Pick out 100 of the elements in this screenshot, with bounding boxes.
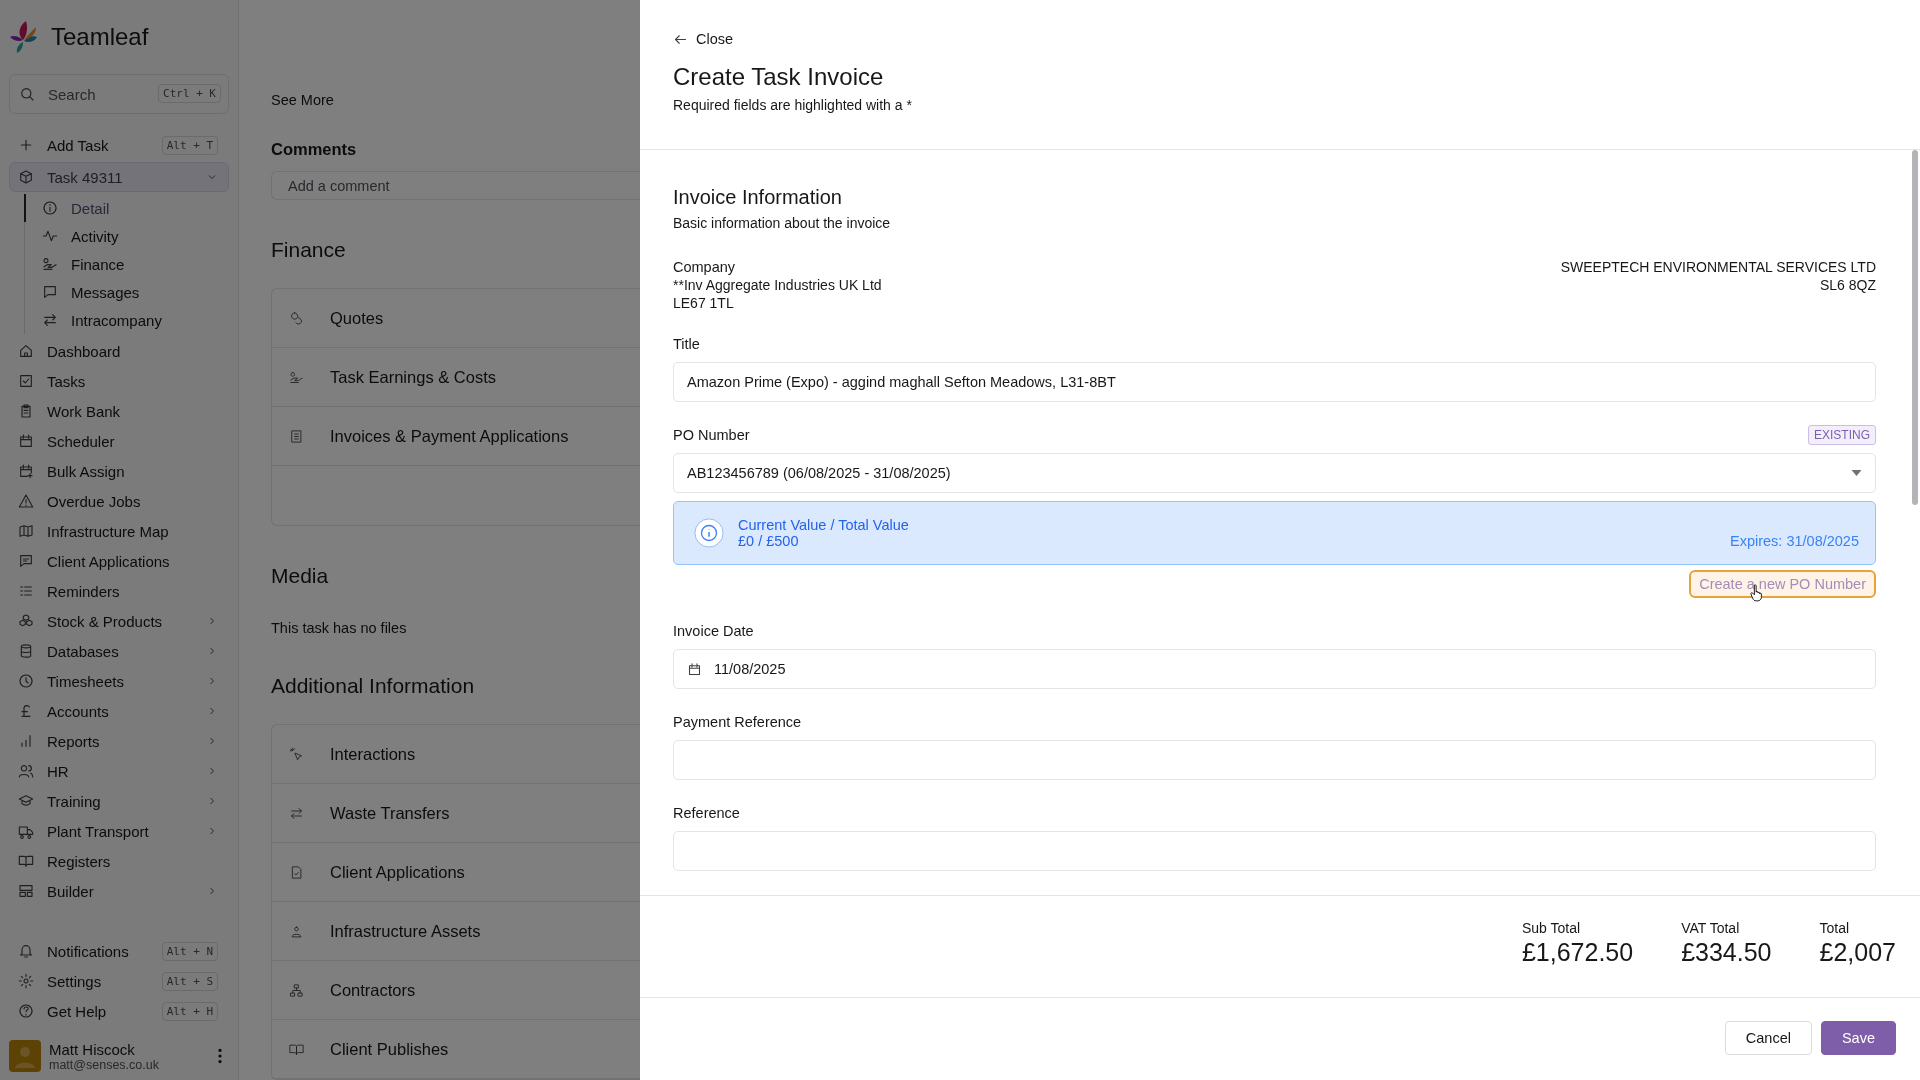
info-icon xyxy=(42,200,58,216)
sidebar-item[interactable]: Training xyxy=(9,786,229,816)
task-subitem[interactable]: Intracompany xyxy=(24,306,229,334)
avatar-silhouette xyxy=(9,1040,41,1072)
swap-arrows-icon xyxy=(42,312,58,328)
shortcut-hint: Alt + H xyxy=(161,1001,218,1021)
field-label: Invoice Date xyxy=(673,623,754,639)
status-badge: EXISTING xyxy=(1808,425,1876,445)
checkbox-icon xyxy=(18,373,34,389)
sidebar-item[interactable]: Notifications Alt + N xyxy=(9,936,229,966)
expiry-date: Expires: 31/08/2025 xyxy=(1730,533,1859,549)
plus-icon xyxy=(18,137,34,153)
section-heading: Additional Information xyxy=(271,674,475,698)
pointer-icon xyxy=(289,746,304,762)
home-icon xyxy=(18,343,34,359)
sidebar-item[interactable]: Scheduler xyxy=(9,426,229,456)
book-icon xyxy=(18,853,34,869)
sidebar-item[interactable]: Settings Alt + S xyxy=(9,966,229,996)
section-subtitle: Basic information about the invoice xyxy=(673,215,892,231)
sidebar-item[interactable]: Timesheets xyxy=(9,666,229,696)
see-more-link[interactable]: See More xyxy=(271,92,334,108)
comment-field[interactable]: Add a comment xyxy=(271,171,640,200)
file-check-icon xyxy=(289,864,304,880)
section-title: Invoice Information xyxy=(673,186,843,209)
create-po-button[interactable]: Create a new PO Number xyxy=(1689,570,1876,598)
cancel-button[interactable]: Cancel xyxy=(1724,1021,1812,1055)
field-label: PO Number xyxy=(673,427,750,443)
add-task-item[interactable]: Add Task Alt + T xyxy=(9,130,229,160)
help-icon xyxy=(18,1003,34,1019)
task-subitem[interactable]: Finance xyxy=(24,250,229,278)
pulse-icon xyxy=(42,228,58,244)
sidebar-item[interactable]: Get Help Alt + H xyxy=(9,996,229,1026)
info-icon xyxy=(694,518,724,548)
more-icon[interactable] xyxy=(217,1048,223,1064)
sidebar-item[interactable]: Infrastructure Map xyxy=(9,516,229,546)
graduation-cap-icon xyxy=(18,793,34,809)
sidebar-item[interactable]: Registers xyxy=(9,846,229,876)
save-button[interactable]: Save xyxy=(1820,1021,1896,1055)
hierarchy-icon xyxy=(289,982,304,998)
clipboard-icon xyxy=(18,403,34,419)
sidebar-item[interactable]: Bulk Assign xyxy=(9,456,229,486)
company-address-line: **Inv Aggregate Industries UK Ltd xyxy=(673,277,882,293)
sidebar-item[interactable]: Work Bank xyxy=(9,396,229,426)
task-item[interactable]: Task 49311 xyxy=(9,162,229,192)
sidebar-item[interactable]: Overdue Jobs xyxy=(9,486,229,516)
info-value: £0 / £500 xyxy=(738,533,800,549)
field-label: Reference xyxy=(673,805,740,821)
sidebar-item[interactable]: Client Applications xyxy=(9,546,229,576)
sidebar-item[interactable]: Reports xyxy=(9,726,229,756)
date-field[interactable]: 11/08/2025 xyxy=(673,649,1876,689)
shortcut-hint: Ctrl + K xyxy=(158,84,221,103)
supplier-address-line: SL6 8QZ xyxy=(1819,277,1876,293)
map-icon xyxy=(18,523,34,539)
list-icon xyxy=(18,583,34,599)
panel-subtitle: Required fields are highlighted with a * xyxy=(673,97,912,113)
cubes-icon xyxy=(18,613,34,629)
bell-icon xyxy=(18,943,34,959)
close-link[interactable]: Close xyxy=(673,31,734,47)
sidebar-item[interactable]: Plant Transport xyxy=(9,816,229,846)
chat-icon xyxy=(42,284,58,300)
hand-coins-icon xyxy=(289,369,304,385)
shortcut-hint: Alt + N xyxy=(161,941,218,961)
shortcut-hint: Alt + T xyxy=(161,135,218,155)
company-address-line: LE67 1TL xyxy=(673,295,735,311)
layout-icon xyxy=(18,883,34,899)
section-heading: Media xyxy=(271,564,329,588)
task-subitem[interactable]: Activity xyxy=(24,222,229,250)
sidebar-item[interactable]: Databases xyxy=(9,636,229,666)
chat-icon xyxy=(18,553,34,569)
total-value: £2,007 xyxy=(1819,938,1896,967)
total-value: £1,672.50 xyxy=(1521,938,1634,967)
select-field[interactable]: AB123456789 (06/08/2025 - 31/08/2025) xyxy=(673,453,1876,493)
sidebar-item[interactable]: Stock & Products xyxy=(9,606,229,636)
pound-icon xyxy=(18,703,34,719)
panel-title: Create Task Invoice xyxy=(673,63,884,91)
total-label: Sub Total xyxy=(1521,920,1582,936)
task-subitem[interactable]: Messages xyxy=(24,278,229,306)
sidebar-item[interactable]: Tasks xyxy=(9,366,229,396)
supplier-address-line: SWEEPTECH ENVIRONMENTAL SERVICES LTD xyxy=(1560,259,1876,275)
text-field[interactable]: Amazon Prime (Expo) - aggind maghall Sefton Meadows, L31-8BT xyxy=(673,362,1876,402)
database-icon xyxy=(18,643,34,659)
scrollbar-thumb[interactable] xyxy=(1912,150,1918,505)
warning-icon xyxy=(18,493,34,509)
task-subitem[interactable]: Detail xyxy=(24,194,229,222)
swap-arrows-icon xyxy=(289,805,304,821)
people-icon xyxy=(18,763,34,779)
field-label: Payment Reference xyxy=(673,714,802,730)
sidebar-item[interactable]: HR xyxy=(9,756,229,786)
sidebar-item[interactable]: Reminders xyxy=(9,576,229,606)
sidebar-item[interactable]: Dashboard xyxy=(9,336,229,366)
sidebar-item[interactable]: Builder xyxy=(9,876,229,906)
calendar-icon xyxy=(687,661,702,677)
sidebar-item[interactable]: Accounts xyxy=(9,696,229,726)
leaf-logo-icon xyxy=(9,19,39,55)
text-field[interactable] xyxy=(673,740,1876,780)
clock-icon xyxy=(18,673,34,689)
hand-coins-icon xyxy=(42,256,58,272)
total-label: Total xyxy=(1819,920,1851,936)
section-heading: Comments xyxy=(271,140,357,159)
text-field[interactable] xyxy=(673,831,1876,871)
